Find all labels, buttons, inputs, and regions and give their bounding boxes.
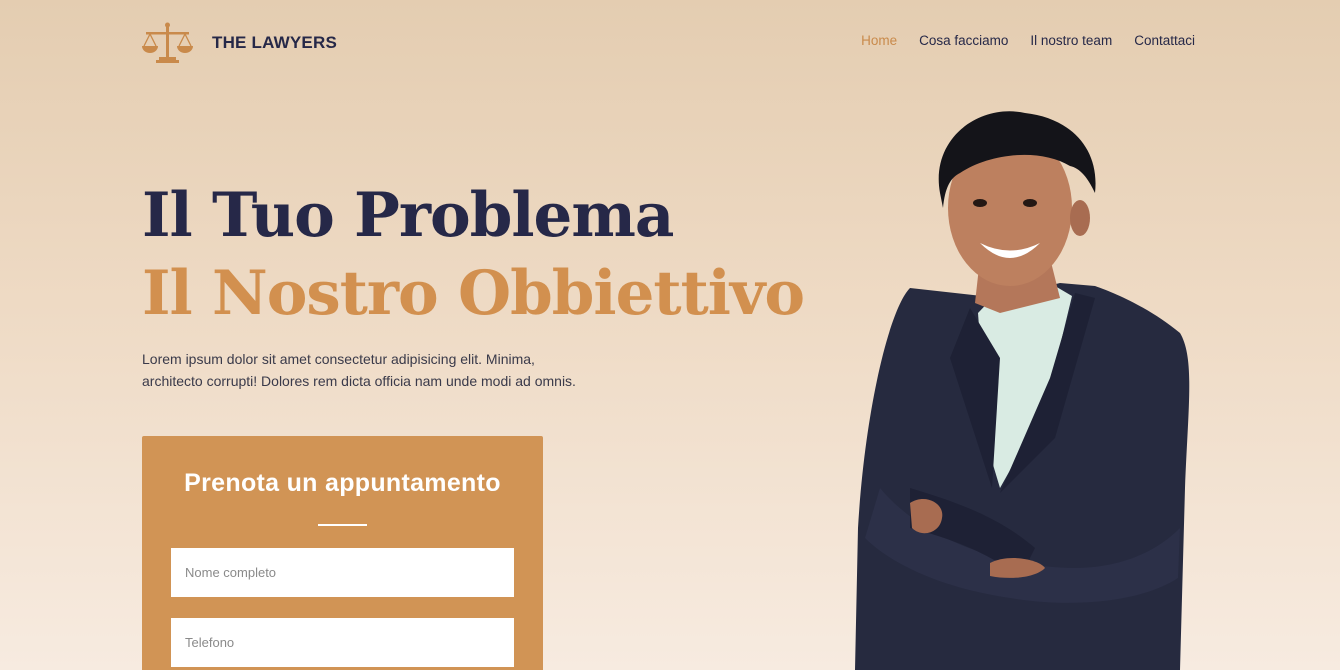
headline-line-1: Il Tuo Problema <box>142 180 674 251</box>
booking-title: Prenota un appuntamento <box>184 469 501 497</box>
main-nav: Home Cosa facciamo Il nostro team Contat… <box>861 33 1195 48</box>
intro-line-1: Lorem ipsum dolor sit amet consectetur a… <box>142 351 535 367</box>
intro-line-2: architecto corrupti! Dolores rem dicta o… <box>142 373 576 389</box>
nav-item-il-nostro-team[interactable]: Il nostro team <box>1030 33 1112 48</box>
brand-name: THE LAWYERS <box>212 33 337 52</box>
phone-input[interactable] <box>171 618 514 667</box>
hero-intro-text: Lorem ipsum dolor sit amet consectetur a… <box>142 348 642 392</box>
hero-headline: Il Tuo Problema Il Nostro Obbiettivo <box>142 178 805 334</box>
full-name-input[interactable] <box>171 548 514 597</box>
landing-page: THE LAWYERS Home Cosa facciamo Il nostro… <box>0 0 1340 670</box>
title-divider <box>318 524 367 526</box>
headline-line-2: Il Nostro Obbiettivo <box>142 258 805 329</box>
brand-logo[interactable]: THE LAWYERS <box>141 22 337 64</box>
nav-item-home[interactable]: Home <box>861 33 897 48</box>
lawyer-portrait-image <box>855 111 1190 670</box>
booking-form: Prenota un appuntamento <box>142 436 543 670</box>
nav-item-contattaci[interactable]: Contattaci <box>1134 33 1195 48</box>
nav-item-cosa-facciamo[interactable]: Cosa facciamo <box>919 33 1008 48</box>
scales-of-justice-icon <box>142 22 193 63</box>
